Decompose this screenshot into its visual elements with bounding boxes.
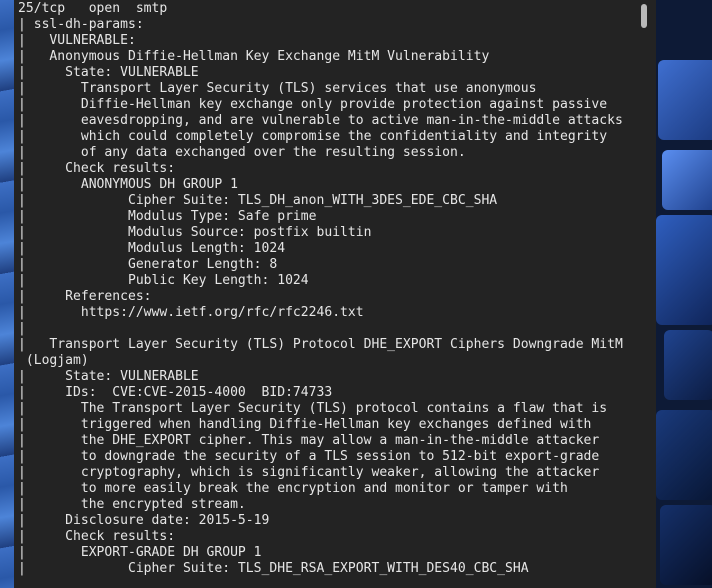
wallpaper-cube [656,215,712,325]
wallpaper-cube [660,505,712,585]
terminal-line: | Check results: [18,161,176,176]
scrollbar-thumb[interactable] [641,4,647,28]
terminal-line: | ssl-dh-params: [18,17,144,32]
terminal-window[interactable]: 25/tcp open smtp | ssl-dh-params: | VULNER… [14,0,656,588]
wallpaper-left [0,0,14,588]
terminal-line: | Modulus Source: postfix builtin [18,225,372,240]
terminal-line: (Logjam) [18,353,89,368]
terminal-line: | EXPORT-GRADE DH GROUP 1 [18,545,262,560]
desktop: 25/tcp open smtp | ssl-dh-params: | VULNER… [0,0,712,588]
terminal-line: | eavesdropping, and are vulnerable to a… [18,113,623,128]
wallpaper-cube [664,330,712,400]
terminal-line: | Transport Layer Security (TLS) service… [18,81,537,96]
terminal-line: | https://www.ietf.org/rfc/rfc2246.txt [18,305,364,320]
terminal-line: | triggered when handling Diffie-Hellman… [18,417,592,432]
terminal-line: | Modulus Type: Safe prime [18,209,317,224]
terminal-line: | ANONYMOUS DH GROUP 1 [18,177,238,192]
terminal-line: | References: [18,289,152,304]
terminal-scrollbar[interactable] [638,0,650,588]
terminal-line: | which could completely compromise the … [18,129,608,144]
terminal-line: | IDs: CVE:CVE-2015-4000 BID:74733 [18,385,333,400]
terminal-line: | VULNERABLE: [18,33,136,48]
terminal-line: | to more easily break the encryption an… [18,481,568,496]
terminal-line: | Cipher Suite: TLS_DHE_RSA_EXPORT_WITH_… [18,561,529,576]
terminal-line: | Modulus Length: 1024 [18,241,286,256]
terminal-line: 25/tcp open smtp [18,1,168,16]
terminal-output[interactable]: 25/tcp open smtp | ssl-dh-params: | VULNER… [18,1,623,577]
terminal-line: | to downgrade the security of a TLS ses… [18,449,600,464]
wallpaper-cube [658,60,712,140]
wallpaper-cube [656,410,712,500]
wallpaper-cube [662,150,712,210]
terminal-line: | Disclosure date: 2015-5-19 [18,513,270,528]
terminal-line: | Generator Length: 8 [18,257,278,272]
terminal-line: | Anonymous Diffie-Hellman Key Exchange … [18,49,490,64]
terminal-line: | Diffie-Hellman key exchange only provi… [18,97,608,112]
terminal-line: | The Transport Layer Security (TLS) pro… [18,401,608,416]
terminal-line: | of any data exchanged over the resulti… [18,145,466,160]
terminal-line: | the DHE_EXPORT cipher. This may allow … [18,433,600,448]
terminal-line: | State: VULNERABLE [18,65,199,80]
terminal-line: | the encrypted stream. [18,497,246,512]
wallpaper-right [656,0,712,588]
terminal-line: | Transport Layer Security (TLS) Protoco… [18,337,623,352]
terminal-line: | State: VULNERABLE [18,369,199,384]
terminal-line: | Public Key Length: 1024 [18,273,309,288]
terminal-line: | Check results: [18,529,176,544]
terminal-line: | cryptography, which is significantly w… [18,465,600,480]
terminal-line: | Cipher Suite: TLS_DH_anon_WITH_3DES_ED… [18,193,498,208]
terminal-line: | [18,321,26,336]
